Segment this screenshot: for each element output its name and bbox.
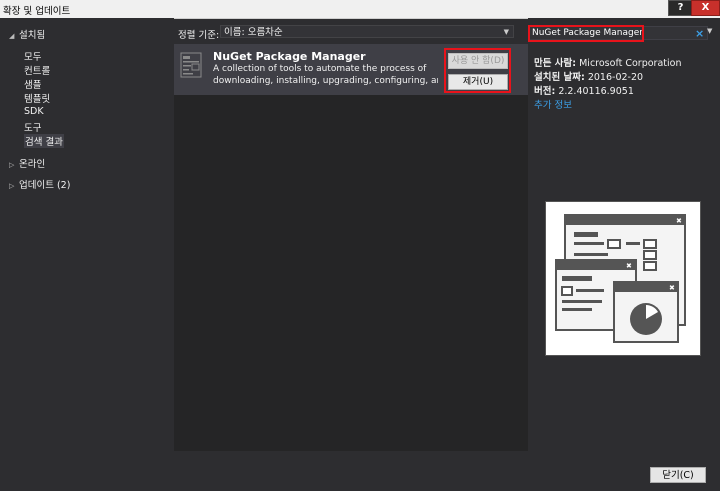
search-dropdown-icon[interactable]: ▼ [707, 27, 712, 35]
extension-icon [180, 52, 202, 78]
help-button[interactable]: ? [668, 0, 693, 16]
nav-item-templates[interactable]: 템플릿 [24, 91, 50, 105]
nav-item-search-results[interactable]: 검색 결과 [24, 134, 64, 148]
version-row: 버전: 2.2.40116.9051 [534, 86, 634, 97]
highlight-box [444, 48, 511, 93]
nav-item-sdk[interactable]: SDK [24, 106, 44, 117]
extension-list: NuGet Package Manager A collection of to… [174, 44, 528, 451]
nav-item-tools[interactable]: 도구 [24, 120, 41, 134]
author-row: 만든 사람: Microsoft Corporation [534, 58, 682, 69]
footer: 닫기(C) [0, 451, 720, 491]
sort-bar: 정렬 기준: 이름: 오름차순 ▼ [174, 18, 528, 44]
more-info-link[interactable]: 추가 정보 [534, 97, 572, 111]
nav-item-samples[interactable]: 샘플 [24, 77, 41, 91]
details-pane: NuGet Package Manager × ▼ 만든 사람: Microso… [528, 18, 720, 451]
nav-item-controls[interactable]: 컨트롤 [24, 63, 50, 77]
extension-list-item[interactable]: NuGet Package Manager A collection of to… [174, 44, 528, 95]
svg-text:✖: ✖ [669, 284, 675, 292]
title-bar: 확장 및 업데이트 ? X [0, 0, 720, 19]
svg-text:✖: ✖ [676, 217, 682, 225]
sort-dropdown[interactable]: 이름: 오름차순 ▼ [220, 25, 514, 38]
extension-name: NuGet Package Manager [213, 50, 366, 63]
nav-updates[interactable]: ▷ 업데이트 (2) [9, 177, 70, 191]
close-button[interactable]: 닫기(C) [650, 467, 706, 483]
collapsed-triangle-icon: ▷ [9, 161, 15, 169]
sort-label: 정렬 기준: [178, 30, 220, 41]
extension-preview-image: ✖ ✖ ✖ [545, 201, 701, 356]
nav-item-all[interactable]: 모두 [24, 49, 41, 63]
dropdown-arrow-icon: ▼ [503, 28, 509, 36]
install-date-row: 설치된 날짜: 2016-02-20 [534, 72, 644, 83]
close-window-button[interactable]: X [691, 0, 720, 16]
left-nav: ◢ 설치됨 모두 컨트롤 샘플 템플릿 SDK 도구 검색 결과 ▷ 온라인 ▷ 업데… [0, 18, 174, 451]
search-highlight-box [528, 25, 644, 42]
window-title: 확장 및 업데이트 [3, 6, 71, 17]
expanded-triangle-icon: ◢ [9, 32, 15, 40]
extension-description: A collection of tools to automate the pr… [213, 64, 438, 86]
svg-text:✖: ✖ [626, 262, 632, 270]
nav-online[interactable]: ▷ 온라인 [9, 156, 45, 170]
nav-installed[interactable]: ◢ 설치됨 [9, 27, 45, 41]
clear-search-icon[interactable]: × [695, 27, 704, 40]
collapsed-triangle-icon: ▷ [9, 182, 15, 190]
